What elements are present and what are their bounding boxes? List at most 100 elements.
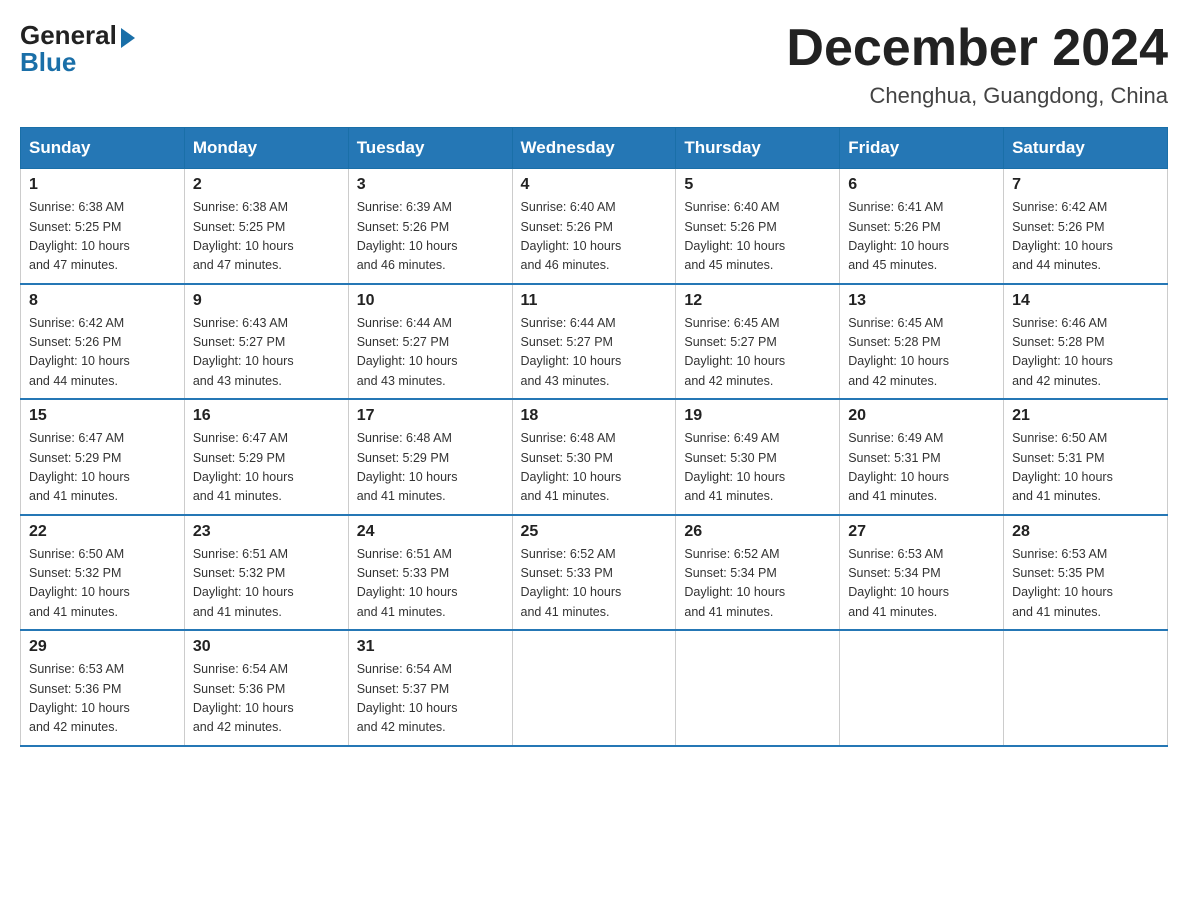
logo-arrow-icon xyxy=(121,28,135,48)
header-sunday: Sunday xyxy=(21,128,185,169)
calendar-week-3: 15 Sunrise: 6:47 AM Sunset: 5:29 PM Dayl… xyxy=(21,399,1168,515)
day-info: Sunrise: 6:54 AM Sunset: 5:36 PM Dayligh… xyxy=(193,660,340,738)
calendar-cell xyxy=(512,630,676,746)
page-header: General Blue December 2024 Chenghua, Gua… xyxy=(20,20,1168,109)
calendar-cell: 17 Sunrise: 6:48 AM Sunset: 5:29 PM Dayl… xyxy=(348,399,512,515)
day-info: Sunrise: 6:52 AM Sunset: 5:34 PM Dayligh… xyxy=(684,545,831,623)
day-number: 4 xyxy=(521,176,668,194)
day-info: Sunrise: 6:53 AM Sunset: 5:36 PM Dayligh… xyxy=(29,660,176,738)
calendar-cell: 4 Sunrise: 6:40 AM Sunset: 5:26 PM Dayli… xyxy=(512,169,676,284)
calendar-cell: 27 Sunrise: 6:53 AM Sunset: 5:34 PM Dayl… xyxy=(840,515,1004,631)
day-number: 23 xyxy=(193,523,340,541)
day-number: 27 xyxy=(848,523,995,541)
day-number: 20 xyxy=(848,407,995,425)
day-info: Sunrise: 6:50 AM Sunset: 5:32 PM Dayligh… xyxy=(29,545,176,623)
calendar-cell: 30 Sunrise: 6:54 AM Sunset: 5:36 PM Dayl… xyxy=(184,630,348,746)
day-number: 14 xyxy=(1012,292,1159,310)
day-number: 18 xyxy=(521,407,668,425)
calendar-header-row: SundayMondayTuesdayWednesdayThursdayFrid… xyxy=(21,128,1168,169)
day-number: 17 xyxy=(357,407,504,425)
day-number: 13 xyxy=(848,292,995,310)
day-info: Sunrise: 6:49 AM Sunset: 5:31 PM Dayligh… xyxy=(848,429,995,507)
day-info: Sunrise: 6:38 AM Sunset: 5:25 PM Dayligh… xyxy=(29,198,176,276)
calendar-cell: 1 Sunrise: 6:38 AM Sunset: 5:25 PM Dayli… xyxy=(21,169,185,284)
day-number: 7 xyxy=(1012,176,1159,194)
day-info: Sunrise: 6:45 AM Sunset: 5:27 PM Dayligh… xyxy=(684,314,831,392)
day-info: Sunrise: 6:44 AM Sunset: 5:27 PM Dayligh… xyxy=(357,314,504,392)
day-number: 5 xyxy=(684,176,831,194)
calendar-cell: 9 Sunrise: 6:43 AM Sunset: 5:27 PM Dayli… xyxy=(184,284,348,400)
calendar-cell: 18 Sunrise: 6:48 AM Sunset: 5:30 PM Dayl… xyxy=(512,399,676,515)
day-number: 25 xyxy=(521,523,668,541)
day-number: 10 xyxy=(357,292,504,310)
day-number: 6 xyxy=(848,176,995,194)
day-number: 22 xyxy=(29,523,176,541)
location-title: Chenghua, Guangdong, China xyxy=(786,83,1168,109)
calendar-cell: 20 Sunrise: 6:49 AM Sunset: 5:31 PM Dayl… xyxy=(840,399,1004,515)
calendar-cell: 25 Sunrise: 6:52 AM Sunset: 5:33 PM Dayl… xyxy=(512,515,676,631)
calendar-cell: 13 Sunrise: 6:45 AM Sunset: 5:28 PM Dayl… xyxy=(840,284,1004,400)
calendar-cell: 10 Sunrise: 6:44 AM Sunset: 5:27 PM Dayl… xyxy=(348,284,512,400)
calendar-cell: 12 Sunrise: 6:45 AM Sunset: 5:27 PM Dayl… xyxy=(676,284,840,400)
header-friday: Friday xyxy=(840,128,1004,169)
calendar-cell: 21 Sunrise: 6:50 AM Sunset: 5:31 PM Dayl… xyxy=(1004,399,1168,515)
day-number: 29 xyxy=(29,638,176,656)
day-info: Sunrise: 6:52 AM Sunset: 5:33 PM Dayligh… xyxy=(521,545,668,623)
calendar-cell: 26 Sunrise: 6:52 AM Sunset: 5:34 PM Dayl… xyxy=(676,515,840,631)
calendar-cell: 3 Sunrise: 6:39 AM Sunset: 5:26 PM Dayli… xyxy=(348,169,512,284)
header-monday: Monday xyxy=(184,128,348,169)
day-number: 11 xyxy=(521,292,668,310)
header-thursday: Thursday xyxy=(676,128,840,169)
title-block: December 2024 Chenghua, Guangdong, China xyxy=(786,20,1168,109)
day-info: Sunrise: 6:48 AM Sunset: 5:29 PM Dayligh… xyxy=(357,429,504,507)
calendar-cell: 8 Sunrise: 6:42 AM Sunset: 5:26 PM Dayli… xyxy=(21,284,185,400)
day-info: Sunrise: 6:49 AM Sunset: 5:30 PM Dayligh… xyxy=(684,429,831,507)
calendar-cell xyxy=(1004,630,1168,746)
month-title: December 2024 xyxy=(786,20,1168,77)
day-number: 21 xyxy=(1012,407,1159,425)
calendar-cell: 28 Sunrise: 6:53 AM Sunset: 5:35 PM Dayl… xyxy=(1004,515,1168,631)
day-number: 2 xyxy=(193,176,340,194)
calendar-cell: 29 Sunrise: 6:53 AM Sunset: 5:36 PM Dayl… xyxy=(21,630,185,746)
day-info: Sunrise: 6:42 AM Sunset: 5:26 PM Dayligh… xyxy=(29,314,176,392)
calendar-week-2: 8 Sunrise: 6:42 AM Sunset: 5:26 PM Dayli… xyxy=(21,284,1168,400)
day-number: 30 xyxy=(193,638,340,656)
day-number: 12 xyxy=(684,292,831,310)
day-info: Sunrise: 6:46 AM Sunset: 5:28 PM Dayligh… xyxy=(1012,314,1159,392)
calendar-cell xyxy=(840,630,1004,746)
day-info: Sunrise: 6:53 AM Sunset: 5:34 PM Dayligh… xyxy=(848,545,995,623)
calendar-cell xyxy=(676,630,840,746)
day-info: Sunrise: 6:38 AM Sunset: 5:25 PM Dayligh… xyxy=(193,198,340,276)
day-info: Sunrise: 6:40 AM Sunset: 5:26 PM Dayligh… xyxy=(684,198,831,276)
calendar-week-5: 29 Sunrise: 6:53 AM Sunset: 5:36 PM Dayl… xyxy=(21,630,1168,746)
day-info: Sunrise: 6:51 AM Sunset: 5:32 PM Dayligh… xyxy=(193,545,340,623)
header-saturday: Saturday xyxy=(1004,128,1168,169)
day-number: 1 xyxy=(29,176,176,194)
calendar-cell: 14 Sunrise: 6:46 AM Sunset: 5:28 PM Dayl… xyxy=(1004,284,1168,400)
calendar-cell: 5 Sunrise: 6:40 AM Sunset: 5:26 PM Dayli… xyxy=(676,169,840,284)
calendar-cell: 24 Sunrise: 6:51 AM Sunset: 5:33 PM Dayl… xyxy=(348,515,512,631)
logo-blue-text: Blue xyxy=(20,47,76,78)
day-number: 15 xyxy=(29,407,176,425)
calendar-table: SundayMondayTuesdayWednesdayThursdayFrid… xyxy=(20,127,1168,747)
day-number: 24 xyxy=(357,523,504,541)
calendar-cell: 6 Sunrise: 6:41 AM Sunset: 5:26 PM Dayli… xyxy=(840,169,1004,284)
day-number: 9 xyxy=(193,292,340,310)
day-info: Sunrise: 6:40 AM Sunset: 5:26 PM Dayligh… xyxy=(521,198,668,276)
day-number: 3 xyxy=(357,176,504,194)
day-number: 19 xyxy=(684,407,831,425)
day-info: Sunrise: 6:42 AM Sunset: 5:26 PM Dayligh… xyxy=(1012,198,1159,276)
calendar-cell: 22 Sunrise: 6:50 AM Sunset: 5:32 PM Dayl… xyxy=(21,515,185,631)
day-number: 16 xyxy=(193,407,340,425)
day-info: Sunrise: 6:47 AM Sunset: 5:29 PM Dayligh… xyxy=(29,429,176,507)
calendar-cell: 2 Sunrise: 6:38 AM Sunset: 5:25 PM Dayli… xyxy=(184,169,348,284)
day-number: 31 xyxy=(357,638,504,656)
day-info: Sunrise: 6:50 AM Sunset: 5:31 PM Dayligh… xyxy=(1012,429,1159,507)
day-info: Sunrise: 6:54 AM Sunset: 5:37 PM Dayligh… xyxy=(357,660,504,738)
day-info: Sunrise: 6:51 AM Sunset: 5:33 PM Dayligh… xyxy=(357,545,504,623)
day-info: Sunrise: 6:48 AM Sunset: 5:30 PM Dayligh… xyxy=(521,429,668,507)
calendar-cell: 16 Sunrise: 6:47 AM Sunset: 5:29 PM Dayl… xyxy=(184,399,348,515)
calendar-cell: 23 Sunrise: 6:51 AM Sunset: 5:32 PM Dayl… xyxy=(184,515,348,631)
day-info: Sunrise: 6:39 AM Sunset: 5:26 PM Dayligh… xyxy=(357,198,504,276)
calendar-week-4: 22 Sunrise: 6:50 AM Sunset: 5:32 PM Dayl… xyxy=(21,515,1168,631)
